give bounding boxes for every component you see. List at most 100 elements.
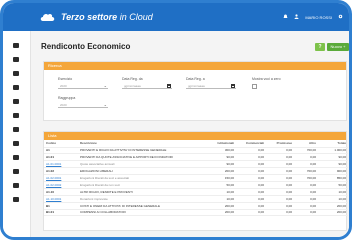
- notification-bell-icon[interactable]: [283, 14, 288, 20]
- sidebar-documents-icon[interactable]: [13, 85, 19, 90]
- totale-cell: 1.000,00: [318, 147, 348, 155]
- commerciali-cell: 0,00: [236, 195, 266, 203]
- column-header[interactable]: Istituzionali: [206, 140, 236, 148]
- mostra-voci-label: Mostra voci a zero: [252, 77, 281, 81]
- raggruppa-value: 2020: [60, 103, 67, 107]
- calendar-icon[interactable]: [231, 84, 235, 88]
- code-cell[interactable]: A1.01.0001: [44, 160, 78, 169]
- table-row[interactable]: B1 COSTI E ONERI DA ATTIVITA' DI INTERESS…: [44, 202, 348, 210]
- description-cell: Donazioni impreviste: [78, 195, 206, 203]
- sidebar-mail-icon[interactable]: [13, 183, 19, 188]
- sidebar-members-icon[interactable]: [13, 127, 19, 132]
- description-cell: Erogazioni liberali da non soci: [78, 181, 206, 189]
- list-panel-title: Lista: [44, 132, 346, 140]
- istituzionali-cell: 50,00: [206, 181, 236, 189]
- code-cell[interactable]: A1.02.0001: [44, 174, 78, 182]
- brand-light: in Cloud: [119, 12, 153, 22]
- istituzionali-cell: 10,00: [206, 188, 236, 196]
- altro-cell: 0,00: [294, 202, 318, 210]
- sidebar-dashboard-icon[interactable]: [13, 43, 19, 48]
- promiscue-cell: 0,00: [266, 188, 294, 196]
- table-row[interactable]: A1.02 EROGAZIONI LIBERALI 200,00 0,00 0,00 70…: [44, 167, 348, 176]
- sidebar-bank-icon[interactable]: [13, 113, 19, 118]
- altro-cell: 700,00: [294, 147, 318, 155]
- sidebar-edit-icon[interactable]: [13, 99, 19, 104]
- user-icon[interactable]: [294, 14, 299, 20]
- istituzionali-cell: 90,00: [206, 160, 236, 169]
- sidebar-accounting-icon[interactable]: [13, 71, 19, 76]
- totale-cell: 10,00: [318, 188, 348, 196]
- totale-cell: 10,00: [318, 195, 348, 203]
- sidebar-settings-icon[interactable]: [13, 197, 19, 202]
- column-header[interactable]: Commerciali: [236, 140, 266, 148]
- sidebar-events-icon[interactable]: [13, 169, 19, 174]
- promiscue-cell: 0,00: [266, 202, 294, 210]
- table-row[interactable]: B1.01 COMPENSI AI COLLABORATORI 200,00 0,00…: [44, 209, 348, 217]
- description-cell: ALTRI RICAVI, RENDITE E PROVENTI: [78, 188, 206, 196]
- altro-cell: 0,00: [294, 195, 318, 203]
- description-cell: COMPENSI AI COLLABORATORI: [78, 209, 206, 217]
- description-cell: PROVENTI DA QUOTE ASSOCIATIVE E APPORTI …: [78, 153, 206, 162]
- altro-cell: 0,00: [294, 188, 318, 196]
- istituzionali-cell: 10,00: [206, 195, 236, 203]
- totale-cell: 90,00: [318, 153, 348, 162]
- table-row[interactable]: A1.10.0001 Donazioni impreviste 10,00 0,00 0…: [44, 195, 348, 203]
- description-cell: Erogazioni liberali da soci e associati: [78, 174, 206, 182]
- code-cell[interactable]: A1.10.0001: [44, 195, 78, 203]
- commerciali-cell: 0,00: [236, 153, 266, 162]
- column-header[interactable]: Descrizione: [78, 140, 206, 148]
- brand-bold: Terzo settore: [61, 12, 118, 22]
- column-header[interactable]: Altro: [294, 140, 318, 148]
- description-cell: COSTI E ONERI DA ATTIVITA' DI INTERESSE …: [78, 202, 206, 210]
- table-row[interactable]: A1 PROVENTI E RICAVI DA ATTIVITA' DI INTE…: [44, 147, 348, 155]
- top-right-tools: MARIO ROSSI: [283, 3, 343, 31]
- table-row[interactable]: A1.10 ALTRI RICAVI, RENDITE E PROVENTI 10,…: [44, 188, 348, 196]
- table-header-row: Codice Descrizione Istituzionali Commerc…: [44, 140, 348, 148]
- list-panel: Lista Codice Descrizione Istituzionali C…: [43, 131, 348, 231]
- istituzionali-cell: 200,00: [206, 202, 236, 210]
- altro-cell: 0,00: [294, 160, 318, 169]
- table-row[interactable]: A1.02.0001 Erogazioni liberali da soci e …: [44, 174, 348, 182]
- sidebar-registry-icon[interactable]: [13, 57, 19, 62]
- commerciali-cell: 0,00: [236, 181, 266, 189]
- table-row[interactable]: A1.01.0001 Quote associative annuali 90,00…: [44, 160, 348, 169]
- new-button[interactable]: Nuovo +: [327, 43, 349, 51]
- code-cell[interactable]: A1.02.0002: [44, 181, 78, 189]
- sidebar: [3, 31, 31, 237]
- data-reg-da-label: Data Reg. da: [122, 77, 143, 81]
- promiscue-cell: 0,00: [266, 209, 294, 217]
- totale-cell: 50,00: [318, 181, 348, 189]
- mostra-voci-checkbox[interactable]: [252, 84, 257, 89]
- table-row[interactable]: A1.02.0002 Erogazioni liberali da non soc…: [44, 181, 348, 189]
- commerciali-cell: 0,00: [236, 188, 266, 196]
- column-header[interactable]: Codice: [44, 140, 78, 148]
- brand-name: Terzo settore in Cloud: [61, 12, 153, 22]
- top-bar: Terzo settore in Cloud MARIO ROSSI: [3, 3, 349, 31]
- data-reg-a-label: Data Reg. a: [186, 77, 205, 81]
- column-header[interactable]: Totale: [318, 140, 348, 148]
- altro-cell: 0,00: [294, 209, 318, 217]
- sidebar-monitor-icon[interactable]: [13, 155, 19, 160]
- code-cell: B1.01: [44, 209, 78, 217]
- data-reg-a-input[interactable]: gg/mm/aaaa: [186, 83, 236, 89]
- calendar-icon[interactable]: [167, 84, 171, 88]
- totale-cell: 90,00: [318, 160, 348, 169]
- sidebar-reports-icon[interactable]: [13, 141, 19, 146]
- code-cell: A1.10: [44, 188, 78, 196]
- commerciali-cell: 0,00: [236, 202, 266, 210]
- esercizio-select[interactable]: 2020 ⌄: [58, 83, 108, 89]
- help-button[interactable]: ?: [315, 43, 325, 51]
- table-row[interactable]: A1.01 PROVENTI DA QUOTE ASSOCIATIVE E APP…: [44, 153, 348, 162]
- column-header[interactable]: Promiscue: [266, 140, 294, 148]
- raggruppa-select[interactable]: 2020 ⌄: [58, 102, 108, 108]
- raggruppa-label: Raggruppa: [58, 96, 76, 100]
- settings-gear-icon[interactable]: [338, 14, 343, 20]
- promiscue-cell: 0,00: [266, 147, 294, 155]
- user-name[interactable]: MARIO ROSSI: [305, 15, 332, 20]
- data-reg-da-input[interactable]: gg/mm/aaaa: [122, 83, 172, 89]
- search-panel-title: Ricerca: [44, 62, 346, 70]
- chevron-down-icon: ⌄: [103, 102, 107, 107]
- altro-cell: 0,00: [294, 153, 318, 162]
- description-cell: PROVENTI E RICAVI DA ATTIVITA' DI INTERE…: [78, 147, 206, 155]
- chevron-down-icon: ⌄: [103, 83, 107, 88]
